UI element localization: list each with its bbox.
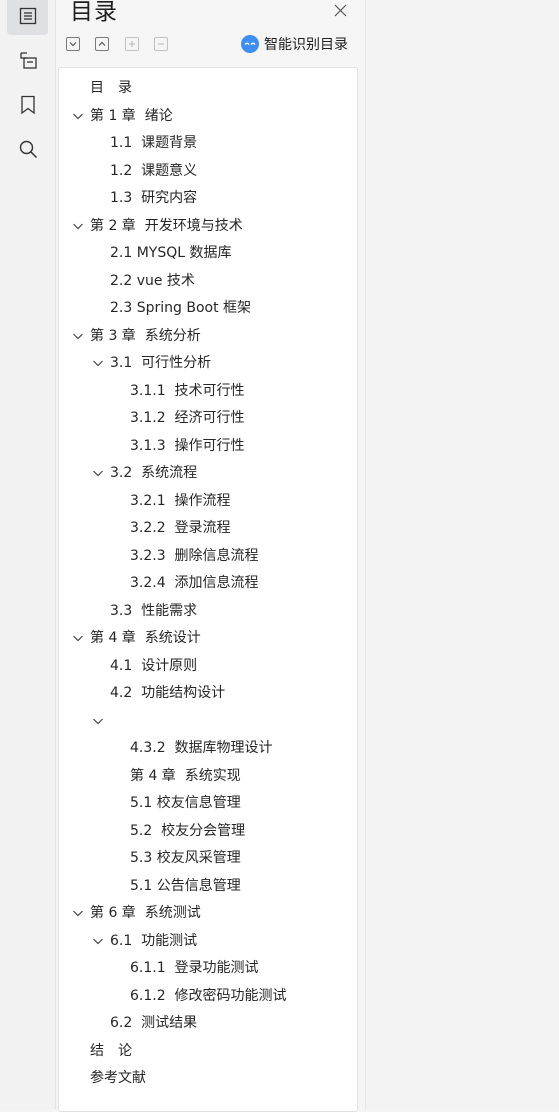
toc-panel: 目录 智能识别目录 目 录第 1 章 绪论 1.1 课题背景 1.2 课题意义 1.3… (56, 0, 366, 1112)
toc-item[interactable]: 2.2 vue 技术 (59, 268, 355, 295)
toc-item-label: 4.3.2 数据库物理设计 (130, 740, 273, 756)
chevron-down-icon[interactable] (92, 715, 104, 727)
toc-item-label: 3.2.4 添加信息流程 (130, 575, 259, 591)
toc-item-label: 5.1 公告信息管理 (130, 877, 241, 894)
toc-item[interactable]: 6.1.2 修改密码功能测试 (59, 983, 355, 1010)
toc-item[interactable]: 3.2.4 添加信息流程 (59, 570, 355, 597)
toc-item[interactable]: 3.2 系统流程 (59, 460, 355, 487)
panel-title: 目录 (70, 0, 118, 25)
toc-list: 目 录第 1 章 绪论 1.1 课题背景 1.2 课题意义 1.3 研究内容第 2 章… (58, 67, 358, 1112)
toc-item[interactable]: 2.3 Spring Boot 框架 (59, 295, 355, 322)
toc-item[interactable]: 3.3 性能需求 (59, 598, 355, 625)
toc-item-label: 3.2.3 删除信息流程 (130, 547, 259, 564)
toc-item[interactable]: 参考文献 (59, 1065, 355, 1092)
toc-item[interactable]: 6.1.1 登录功能测试 (59, 955, 355, 982)
toc-item-label: 3.1.2 经济可行性 (130, 410, 245, 426)
smart-toc-label: 智能识别目录 (264, 37, 348, 53)
toc-item[interactable]: 3.2.1 操作流程 (59, 488, 355, 515)
toc-item-label: 5.3 校友风采管理 (130, 850, 241, 866)
toc-item-label: 第 2 章 开发环境与技术 (90, 217, 243, 234)
expand-all-icon[interactable] (66, 37, 80, 51)
toc-item-label: 3.2 系统流程 (110, 465, 198, 481)
toc-item[interactable]: 4.2 功能结构设计 (59, 680, 355, 707)
toc-item[interactable]: 3.1 可行性分析 (59, 350, 355, 377)
toc-item-label: 5.2 校友分会管理 (130, 822, 246, 839)
toc-item[interactable]: 2.1 MYSQL 数据库 (59, 240, 355, 267)
toc-item[interactable]: 第 4 章 系统设计 (59, 625, 355, 652)
toc-item[interactable]: 3.1.2 经济可行性 (59, 405, 355, 432)
toc-item[interactable]: 4.1 设计原则 (59, 653, 355, 680)
toc-item[interactable]: 5.3 校友风采管理 (59, 845, 355, 872)
toc-item-label: 2.3 Spring Boot 框架 (110, 300, 252, 316)
toc-item-label: 3.2.1 操作流程 (130, 492, 231, 509)
toc-item-label: 6.1.1 登录功能测试 (130, 960, 259, 976)
chevron-down-icon[interactable] (72, 632, 84, 644)
toc-item-label: 3.1 可行性分析 (110, 355, 212, 371)
side-rail (0, 0, 56, 1109)
toc-item-label: 4.2 功能结构设计 (110, 685, 226, 701)
chevron-down-icon[interactable] (92, 467, 104, 479)
toc-item-label: 目 录 (90, 80, 132, 96)
toc-item-label: 1.2 课题意义 (110, 162, 198, 179)
toc-item-label: 3.3 性能需求 (110, 602, 198, 619)
toc-item[interactable]: 5.1 公告信息管理 (59, 873, 355, 900)
chevron-down-icon[interactable] (72, 907, 84, 919)
toc-item[interactable]: 第 6 章 系统测试 (59, 900, 355, 927)
toc-item-label: 3.1.1 技术可行性 (130, 382, 245, 399)
toc-item[interactable]: 5.2 校友分会管理 (59, 818, 355, 845)
collapse-all-icon[interactable] (95, 37, 109, 51)
toc-item[interactable]: 6.2 测试结果 (59, 1010, 355, 1037)
toc-item-label: 第 6 章 系统测试 (90, 905, 201, 921)
toc-item[interactable]: 3.2.2 登录流程 (59, 515, 355, 542)
toc-item-label: 4.1 设计原则 (110, 657, 198, 674)
chevron-down-icon[interactable] (92, 935, 104, 947)
toc-item[interactable]: 第 4 章 系统实现 (59, 763, 355, 790)
chevron-down-icon[interactable] (72, 110, 84, 122)
toc-item-label: 3.1.3 操作可行性 (130, 437, 245, 454)
toc-item[interactable]: 目 录 (59, 75, 355, 102)
chevron-down-icon[interactable] (92, 357, 104, 369)
smart-toc-button[interactable]: 智能识别目录 (241, 34, 348, 54)
toc-item[interactable]: 1.3 研究内容 (59, 185, 355, 212)
toc-item-label: 结 论 (90, 1042, 132, 1059)
toc-item[interactable] (59, 708, 355, 735)
toc-item-label: 6.2 测试结果 (110, 1015, 198, 1031)
add-icon[interactable] (125, 37, 139, 51)
close-icon[interactable] (332, 2, 348, 18)
toc-item-label: 2.2 vue 技术 (110, 272, 195, 289)
toc-icon[interactable] (7, 0, 48, 35)
toc-item[interactable]: 结 论 (59, 1038, 355, 1065)
chevron-down-icon[interactable] (72, 330, 84, 342)
toc-item-label: 第 1 章 绪论 (90, 107, 173, 124)
chevron-down-icon[interactable] (72, 220, 84, 232)
toc-item[interactable]: 第 2 章 开发环境与技术 (59, 213, 355, 240)
annotation-icon[interactable] (7, 41, 48, 79)
toc-item-label: 1.3 研究内容 (110, 190, 198, 206)
toc-item[interactable]: 第 3 章 系统分析 (59, 323, 355, 350)
toc-item-label: 3.2.2 登录流程 (130, 520, 231, 536)
toc-item-label: 第 4 章 系统实现 (130, 767, 241, 784)
toc-item-label: 第 4 章 系统设计 (90, 630, 201, 646)
toc-item[interactable]: 3.2.3 删除信息流程 (59, 543, 355, 570)
toc-item-label: 1.1 课题背景 (110, 135, 198, 151)
toc-item[interactable]: 3.1.1 技术可行性 (59, 378, 355, 405)
toc-item[interactable]: 6.1 功能测试 (59, 928, 355, 955)
toc-item-label: 第 3 章 系统分析 (90, 327, 201, 344)
bookmark-icon[interactable] (7, 86, 48, 124)
search-icon[interactable] (7, 130, 48, 168)
ai-assistant-icon (241, 35, 259, 53)
toc-item[interactable]: 1.1 课题背景 (59, 130, 355, 157)
toc-item[interactable]: 3.1.3 操作可行性 (59, 433, 355, 460)
toc-item-label: 5.1 校友信息管理 (130, 795, 241, 811)
toc-item-label: 6.1.2 修改密码功能测试 (130, 987, 287, 1004)
toc-item[interactable]: 4.3.2 数据库物理设计 (59, 735, 355, 762)
toc-item[interactable]: 1.2 课题意义 (59, 158, 355, 185)
toc-item[interactable]: 第 1 章 绪论 (59, 103, 355, 130)
toc-item-label: 6.1 功能测试 (110, 932, 198, 949)
toc-item-label: 2.1 MYSQL 数据库 (110, 245, 232, 261)
toc-item-label: 参考文献 (90, 1070, 146, 1086)
document-area (366, 0, 559, 1109)
toc-item[interactable]: 5.1 校友信息管理 (59, 790, 355, 817)
remove-icon[interactable] (154, 37, 168, 51)
